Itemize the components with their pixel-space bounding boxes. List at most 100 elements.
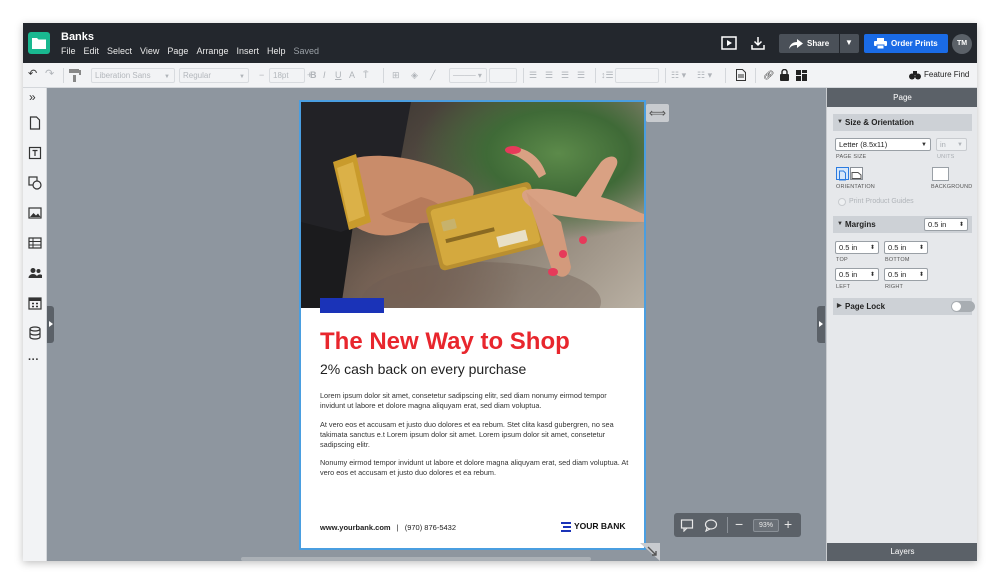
hero-photo[interactable] [301,102,644,308]
align-justify-icon[interactable]: ☰ [577,70,585,81]
margin-bottom-label: BOTTOM [885,257,910,263]
zoom-level-input[interactable]: 93% [753,519,779,532]
redo-icon[interactable]: ↷ [45,69,54,80]
line-width-input[interactable] [489,68,517,83]
undo-icon[interactable]: ↶ [28,69,37,80]
download-icon[interactable] [750,36,766,50]
line-spacing-icon[interactable]: ↕☰ [601,70,614,81]
page-lock-toggle[interactable] [951,301,975,312]
chat-icon[interactable] [704,518,718,532]
page-icon[interactable] [736,69,746,81]
corner-resize-icon[interactable] [640,543,660,561]
stepper-icon: ⬍ [869,272,875,278]
present-icon[interactable] [721,36,737,50]
share-button[interactable]: Share ▼ [779,34,859,53]
bullet-list-icon[interactable]: ☷ ▾ [671,70,686,81]
line-style-select[interactable]: ──── ▾ [449,68,487,83]
accent-bar[interactable] [320,298,384,313]
shape-icon[interactable]: ⊞ [392,70,400,81]
align-center-icon[interactable]: ☰ [545,70,553,81]
avatar[interactable]: TM [952,34,972,54]
margin-right-input[interactable]: 0.5 in ⬍ [884,268,928,281]
size-orientation-section[interactable]: ▼ Size & Orientation [833,114,972,131]
link-icon[interactable]: 🔗︎ [763,70,774,81]
menu-arrange[interactable]: Arrange [196,46,228,56]
format-painter-icon[interactable] [69,69,81,82]
menu-page[interactable]: Page [167,46,188,56]
canvas-page[interactable]: The New Way to Shop 2% cash back on ever… [299,100,646,550]
menu-select[interactable]: Select [107,46,132,56]
line-color-icon[interactable]: ╱ [430,70,435,81]
page-size-dropdown-icon: ▼ [921,142,927,148]
expand-panel-icon[interactable]: » [29,90,36,104]
font-family-dropdown-icon: ▼ [164,74,170,80]
brand-name[interactable]: YOUR BANK [574,521,625,531]
body-paragraph-2[interactable]: At vero eos et accusam et justo duo dolo… [320,420,632,450]
menu-bar: File Edit Select View Page Arrange Inser… [61,46,319,56]
right-panel-handle[interactable] [817,306,825,343]
landscape-orientation-button[interactable] [850,167,863,180]
menu-edit[interactable]: Edit [84,46,100,56]
feature-find-button[interactable]: Feature Find [924,70,969,79]
horizontal-scrollbar[interactable] [241,557,591,561]
footer-contact[interactable]: www.yourbank.com | (970) 876-5432 [320,523,456,532]
margin-top-input[interactable]: 0.5 in ⬍ [835,241,879,254]
margin-bottom-input[interactable]: 0.5 in ⬍ [884,241,928,254]
stepper-icon: ⬍ [958,222,964,228]
underline-icon[interactable]: U [335,70,342,81]
calendar-icon[interactable] [28,296,42,310]
numbered-list-icon[interactable]: ☷ ▾ [697,70,712,81]
left-panel-handle[interactable] [47,306,54,343]
menu-view[interactable]: View [140,46,159,56]
body-paragraph-1[interactable]: Lorem ipsum dolor sit amet, consetetur s… [320,391,632,411]
font-family-select[interactable]: Liberation Sans [91,68,175,83]
italic-icon[interactable]: I [323,70,326,81]
margin-right-label: RIGHT [885,284,904,290]
share-dropdown-icon[interactable]: ▼ [845,38,853,47]
page-icon[interactable] [28,116,42,130]
subheadline[interactable]: 2% cash back on every purchase [320,361,526,377]
order-prints-button[interactable]: Order Prints [864,34,948,53]
resize-horizontal-icon[interactable]: ⟺ [646,104,669,122]
table-icon[interactable] [28,236,42,250]
align-left-icon[interactable]: ☰ [529,70,537,81]
database-icon[interactable] [28,326,42,340]
text-options-icon[interactable]: T̄ [363,70,369,81]
portrait-orientation-button[interactable] [836,167,849,181]
binoculars-icon [909,71,921,80]
align-right-icon[interactable]: ☰ [561,70,569,81]
font-color-icon[interactable]: A [349,70,355,81]
order-prints-label: Order Prints [891,39,938,48]
line-spacing-input[interactable] [615,68,659,83]
menu-help[interactable]: Help [267,46,286,56]
people-icon[interactable] [28,266,42,280]
page-lock-section[interactable]: ▶ Page Lock [833,298,975,315]
body-paragraph-3[interactable]: Nonumy eirmod tempor invidunt ut labore … [320,458,632,478]
units-select: in ▼ [936,138,967,151]
page-size-select[interactable]: Letter (8.5x11) ▼ [835,138,931,151]
menu-insert[interactable]: Insert [236,46,259,56]
text-box-icon[interactable] [28,146,42,160]
layers-tab[interactable]: Layers [827,543,977,561]
menu-file[interactable]: File [61,46,76,56]
comment-icon[interactable] [680,518,694,532]
decrease-size-icon[interactable]: − [259,70,264,81]
fill-color-icon[interactable]: ◈ [411,70,418,81]
zoom-in-button[interactable]: + [784,516,792,532]
credit-card-handoff-image [301,102,644,308]
more-icon[interactable]: ··· [28,354,39,366]
background-color-swatch[interactable] [932,167,949,181]
zoom-out-button[interactable]: − [735,516,743,532]
arrange-icon[interactable] [796,70,807,81]
folder-icon[interactable] [28,32,50,54]
document-title[interactable]: Banks [61,31,94,43]
image-icon[interactable] [28,206,42,220]
margins-all-input[interactable]: 0.5 in ⬍ [924,218,968,231]
margin-left-input[interactable]: 0.5 in ⬍ [835,268,879,281]
headline[interactable]: The New Way to Shop [320,328,570,356]
shapes-icon[interactable] [28,176,42,190]
bold-icon[interactable]: B [310,70,317,81]
lock-icon[interactable] [780,69,789,81]
font-size-input[interactable]: 18pt [269,68,305,83]
margin-right-value: 0.5 in [888,270,907,279]
